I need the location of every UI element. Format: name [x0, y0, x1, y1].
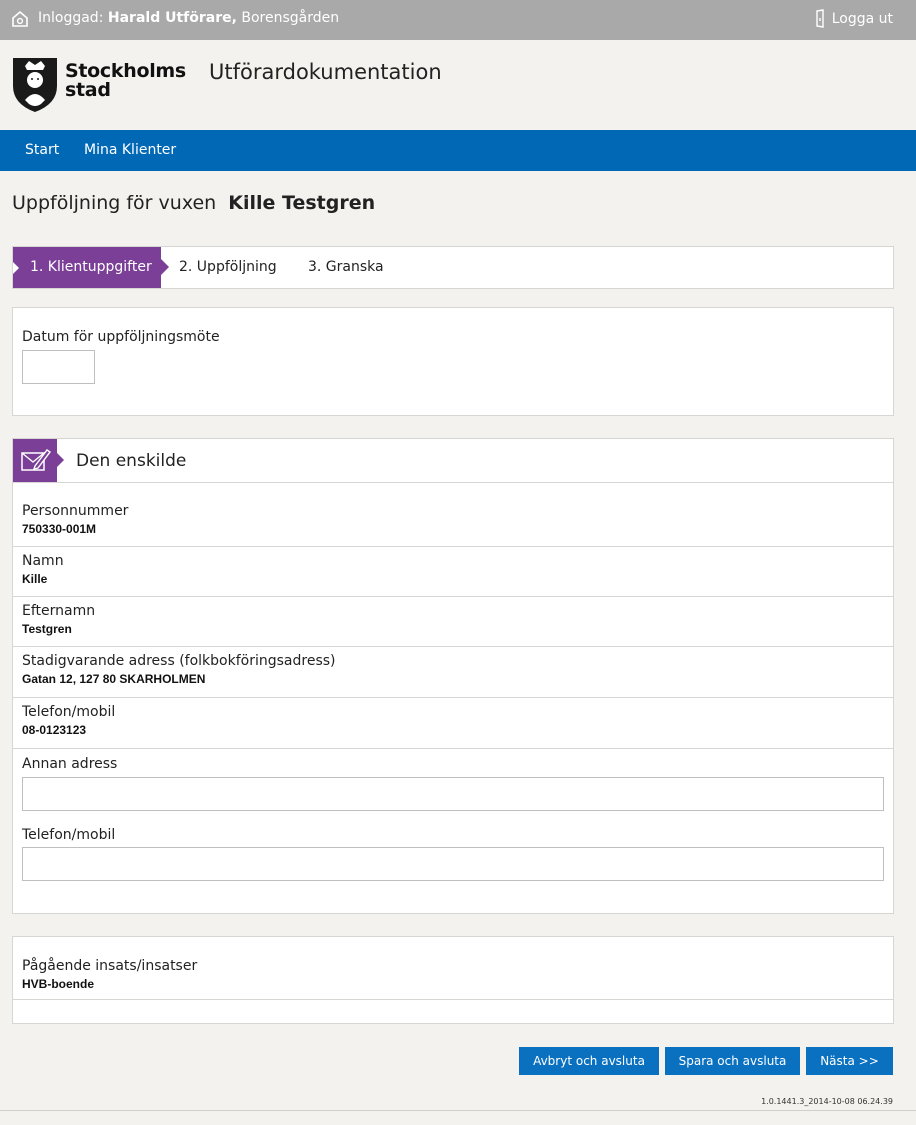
- field-efternamn: Efternamn Testgren: [13, 597, 893, 647]
- interventions-label: Pågående insats/insatser: [22, 958, 198, 974]
- city-shield-icon: [13, 58, 57, 112]
- other-phone-label: Telefon/mobil: [22, 827, 116, 843]
- version-label: 1.0.1441.3_2014-10-08 06.24.39: [761, 1097, 893, 1106]
- field-label: Stadigvarande adress (folkbokföringsadre…: [22, 653, 336, 669]
- interventions-panel: Pågående insats/insatser HVB-boende: [12, 936, 894, 1024]
- client-name: Kille Testgren: [228, 192, 376, 214]
- logged-in-info: Inloggad: Harald Utförare, Borensgården: [38, 10, 339, 26]
- nav-item-mina-klienter[interactable]: Mina Klienter: [84, 142, 176, 158]
- field-telefon: Telefon/mobil 08-0123123: [13, 698, 893, 749]
- field-personnummer: Personnummer 750330-001M: [13, 483, 893, 547]
- page-title: Uppföljning för vuxen Kille Testgren: [12, 192, 375, 214]
- meeting-date-label: Datum för uppföljningsmöte: [22, 329, 220, 345]
- other-address-input[interactable]: [22, 777, 884, 811]
- other-address-label: Annan adress: [22, 756, 118, 772]
- next-button[interactable]: Nästa >>: [806, 1047, 893, 1075]
- field-value: 750330-001M: [22, 522, 97, 536]
- field-value: Testgren: [22, 622, 72, 636]
- person-section-header: Den enskilde: [13, 439, 893, 483]
- field-label: Efternamn: [22, 603, 96, 619]
- main-nav: Start Mina Klienter: [0, 130, 916, 171]
- interventions-row: Pågående insats/insatser HVB-boende: [13, 937, 893, 1000]
- header: Stockholms stad Utförardokumentation: [0, 40, 916, 130]
- step-tab-klientuppgifter[interactable]: 1. Klientuppgifter: [13, 247, 169, 288]
- app-title: Utförardokumentation: [209, 60, 442, 84]
- person-section-title: Den enskilde: [76, 451, 187, 471]
- step-tab-uppfoljning[interactable]: 2. Uppföljning: [179, 247, 277, 288]
- field-label: Namn: [22, 553, 64, 569]
- field-value: 08-0123123: [22, 723, 87, 737]
- logged-in-prefix: Inloggad:: [38, 10, 104, 26]
- field-label: Personnummer: [22, 503, 129, 519]
- meeting-date-input[interactable]: [22, 350, 95, 384]
- field-value: Kille: [22, 572, 48, 586]
- logged-in-unit: Borensgården: [241, 10, 340, 26]
- section-icon-box: [13, 439, 64, 482]
- page-title-prefix: Uppföljning för vuxen: [12, 192, 217, 214]
- nav-item-start[interactable]: Start: [25, 142, 59, 158]
- field-label: Telefon/mobil: [22, 704, 116, 720]
- field-namn: Namn Kille: [13, 547, 893, 597]
- home-icon[interactable]: [11, 10, 29, 28]
- logged-in-user: Harald Utförare,: [107, 10, 237, 26]
- step-tabs: 1. Klientuppgifter 2. Uppföljning 3. Gra…: [12, 246, 894, 289]
- other-phone-input[interactable]: [22, 847, 884, 881]
- brand-name: Stockholms stad: [65, 60, 186, 101]
- bottom-divider: [0, 1110, 916, 1111]
- cancel-button[interactable]: Avbryt och avsluta: [519, 1047, 659, 1075]
- top-bar: Inloggad: Harald Utförare, Borensgården …: [0, 0, 916, 40]
- document-edit-icon: [21, 449, 52, 471]
- logout-icon: [816, 9, 824, 28]
- step-tab-granska[interactable]: 3. Granska: [308, 247, 384, 288]
- save-button[interactable]: Spara och avsluta: [665, 1047, 800, 1075]
- logout-label: Logga ut: [831, 11, 893, 27]
- field-stadigvarande-adress: Stadigvarande adress (folkbokföringsadre…: [13, 647, 893, 698]
- stockholm-logo[interactable]: Stockholms stad: [11, 56, 186, 116]
- logout-link[interactable]: Logga ut: [814, 9, 893, 29]
- interventions-value: HVB-boende: [22, 977, 94, 991]
- meeting-date-panel: Datum för uppföljningsmöte: [12, 307, 894, 416]
- person-panel: Den enskilde Personnummer 750330-001M Na…: [12, 438, 894, 914]
- field-value: Gatan 12, 127 80 SKARHOLMEN: [22, 672, 206, 686]
